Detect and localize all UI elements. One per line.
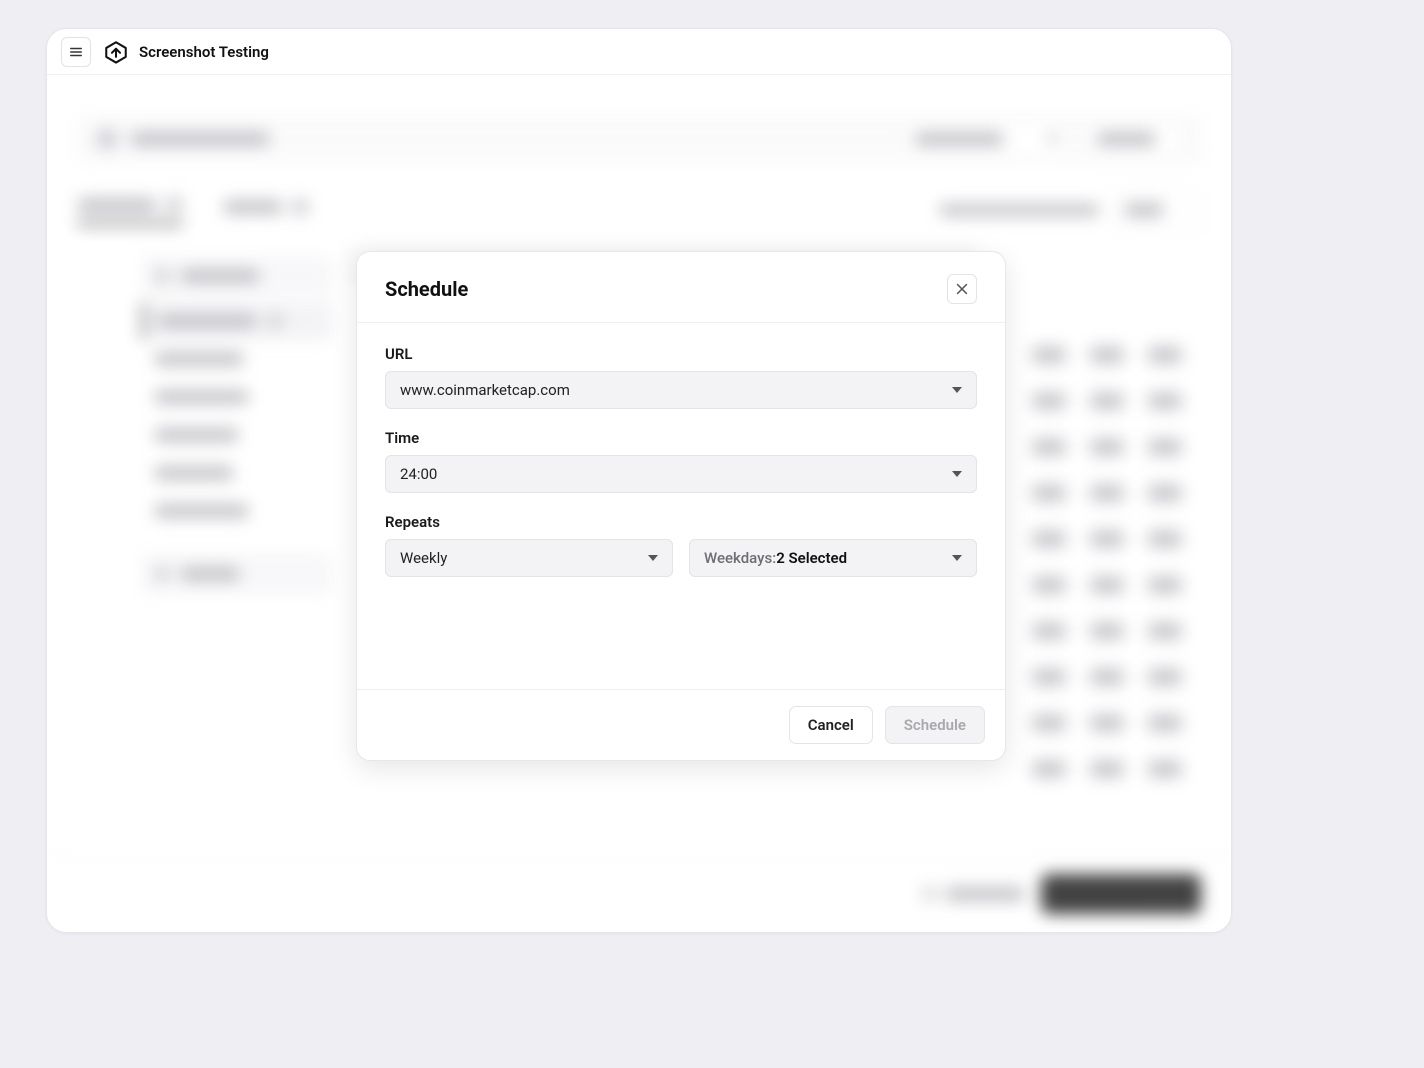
close-button[interactable] [947,274,977,304]
modal-footer: Cancel Schedule [357,689,1005,760]
chevron-down-icon [952,555,962,561]
weekdays-prefix: Weekdays: [704,549,776,567]
url-select[interactable]: www.coinmarketcap.com [385,371,977,409]
time-select[interactable]: 24:00 [385,455,977,493]
hamburger-icon [69,45,83,59]
app-logo-icon [103,39,129,65]
modal-title: Schedule [385,277,468,301]
page-title: Screenshot Testing [139,43,269,61]
modal-body: URL www.coinmarketcap.com Time 24:00 Rep… [357,323,1005,689]
frequency-value: Weekly [400,549,447,567]
chevron-down-icon [648,555,658,561]
frequency-select[interactable]: Weekly [385,539,673,577]
schedule-modal: Schedule URL www.coinmarketcap.com Time … [356,251,1006,761]
repeats-label: Repeats [385,513,977,531]
app-window: Screenshot Testing [46,28,1232,933]
time-label: Time [385,429,977,447]
chevron-down-icon [952,387,962,393]
schedule-button[interactable]: Schedule [885,706,985,744]
weekdays-select[interactable]: Weekdays: 2 Selected [689,539,977,577]
url-value: www.coinmarketcap.com [400,381,570,399]
modal-header: Schedule [357,252,1005,323]
time-value: 24:00 [400,465,437,483]
weekdays-value: 2 Selected [776,549,847,567]
menu-button[interactable] [61,37,91,67]
cancel-button[interactable]: Cancel [789,706,873,744]
close-icon [955,282,969,296]
topbar: Screenshot Testing [47,29,1231,75]
url-label: URL [385,345,977,363]
chevron-down-icon [952,471,962,477]
